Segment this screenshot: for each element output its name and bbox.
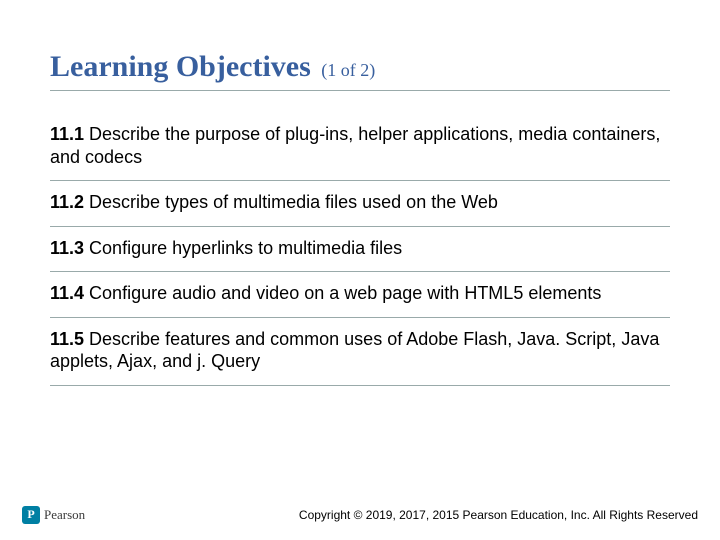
objective-number: 11.3	[50, 238, 89, 258]
pearson-logo: Pearson	[22, 506, 85, 524]
title-block: Learning Objectives (1 of 2)	[50, 50, 670, 91]
page-title: Learning Objectives	[50, 50, 311, 83]
footer: Pearson Copyright © 2019, 2017, 2015 Pea…	[0, 500, 720, 530]
list-item: 11.2 Describe types of multimedia files …	[50, 181, 670, 227]
objective-number: 11.4	[50, 283, 89, 303]
objective-number: 11.1	[50, 124, 89, 144]
objective-text: Describe features and common uses of Ado…	[50, 329, 659, 372]
copyright-text: Copyright © 2019, 2017, 2015 Pearson Edu…	[299, 508, 698, 522]
page-subtitle: (1 of 2)	[321, 60, 375, 80]
objective-text: Configure hyperlinks to multimedia files	[89, 238, 402, 258]
list-item: 11.1 Describe the purpose of plug-ins, h…	[50, 113, 670, 181]
list-item: 11.3 Configure hyperlinks to multimedia …	[50, 227, 670, 273]
slide: Learning Objectives (1 of 2) 11.1 Descri…	[0, 0, 720, 540]
list-item: 11.5 Describe features and common uses o…	[50, 318, 670, 386]
list-item: 11.4 Configure audio and video on a web …	[50, 272, 670, 318]
objective-text: Describe the purpose of plug-ins, helper…	[50, 124, 660, 167]
objectives-list: 11.1 Describe the purpose of plug-ins, h…	[50, 113, 670, 386]
objective-text: Describe types of multimedia files used …	[89, 192, 498, 212]
pearson-logo-text: Pearson	[44, 507, 85, 523]
pearson-logo-icon	[22, 506, 40, 524]
objective-number: 11.5	[50, 329, 89, 349]
objective-number: 11.2	[50, 192, 89, 212]
objective-text: Configure audio and video on a web page …	[89, 283, 601, 303]
